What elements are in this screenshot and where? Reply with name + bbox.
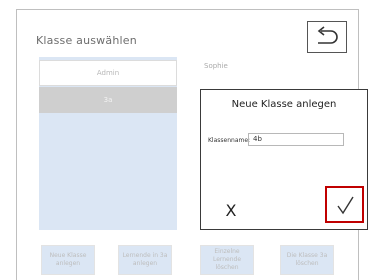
new-class-dialog: Neue Klasse anlegen Klassenname: 4b X: [200, 89, 368, 230]
delete-students-button[interactable]: Einzelne Lernende löschen: [200, 245, 254, 275]
confirm-button[interactable]: [325, 186, 364, 223]
class-list: Admin 3a: [39, 57, 177, 230]
student-item[interactable]: Sophie: [204, 62, 228, 70]
delete-class-button[interactable]: Die Klasse 3a löschen: [280, 245, 334, 275]
back-button[interactable]: [307, 21, 347, 53]
add-students-button[interactable]: Lernende in 3a anlegen: [118, 245, 172, 275]
checkmark-icon: [336, 196, 354, 214]
undo-arrow-icon: [317, 26, 338, 44]
cancel-button[interactable]: X: [223, 202, 239, 220]
class-item-admin[interactable]: Admin: [39, 60, 177, 86]
page-title: Klasse auswählen: [36, 34, 137, 47]
class-name-input[interactable]: 4b: [248, 133, 344, 146]
class-name-label: Klassenname:: [208, 137, 251, 144]
new-class-button[interactable]: Neue Klasse anlegen: [41, 245, 95, 275]
class-item-3a[interactable]: 3a: [39, 87, 177, 113]
dialog-title: Neue Klasse anlegen: [231, 99, 337, 110]
